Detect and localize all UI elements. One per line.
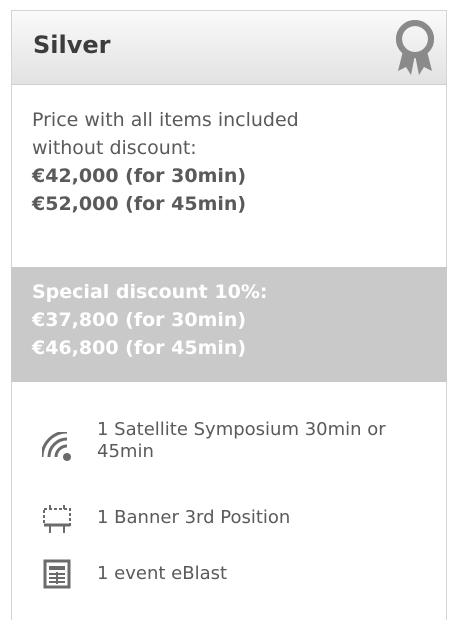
regular-price-45min: €52,000 (for 45min) [32, 193, 247, 215]
price-intro-line1: Price with all items included [32, 109, 299, 131]
feature-text: 1 Satellite Symposium 30min or 45min [97, 419, 386, 462]
discount-block: Special discount 10%: €37,800 (for 30min… [11, 267, 447, 382]
discount-price-30min: €37,800 (for 30min) [32, 309, 247, 331]
package-title: Silver [33, 31, 111, 59]
feature-text: 1 event eBlast [97, 563, 228, 584]
discount-heading: Special discount 10%: [32, 281, 268, 303]
feature-text: 1 Banner 3rd Position [97, 507, 291, 528]
card-header: Silver [12, 11, 446, 85]
discount-price-45min: €46,800 (for 45min) [32, 337, 247, 359]
billboard-icon [43, 505, 71, 533]
regular-price-30min: €42,000 (for 30min) [32, 165, 247, 187]
wifi-signal-icon [42, 432, 71, 461]
award-ribbon-icon [396, 20, 434, 75]
newsletter-icon [43, 559, 71, 589]
price-intro-line2: without discount: [32, 137, 197, 159]
regular-price-block: Price with all items included without di… [32, 106, 299, 218]
